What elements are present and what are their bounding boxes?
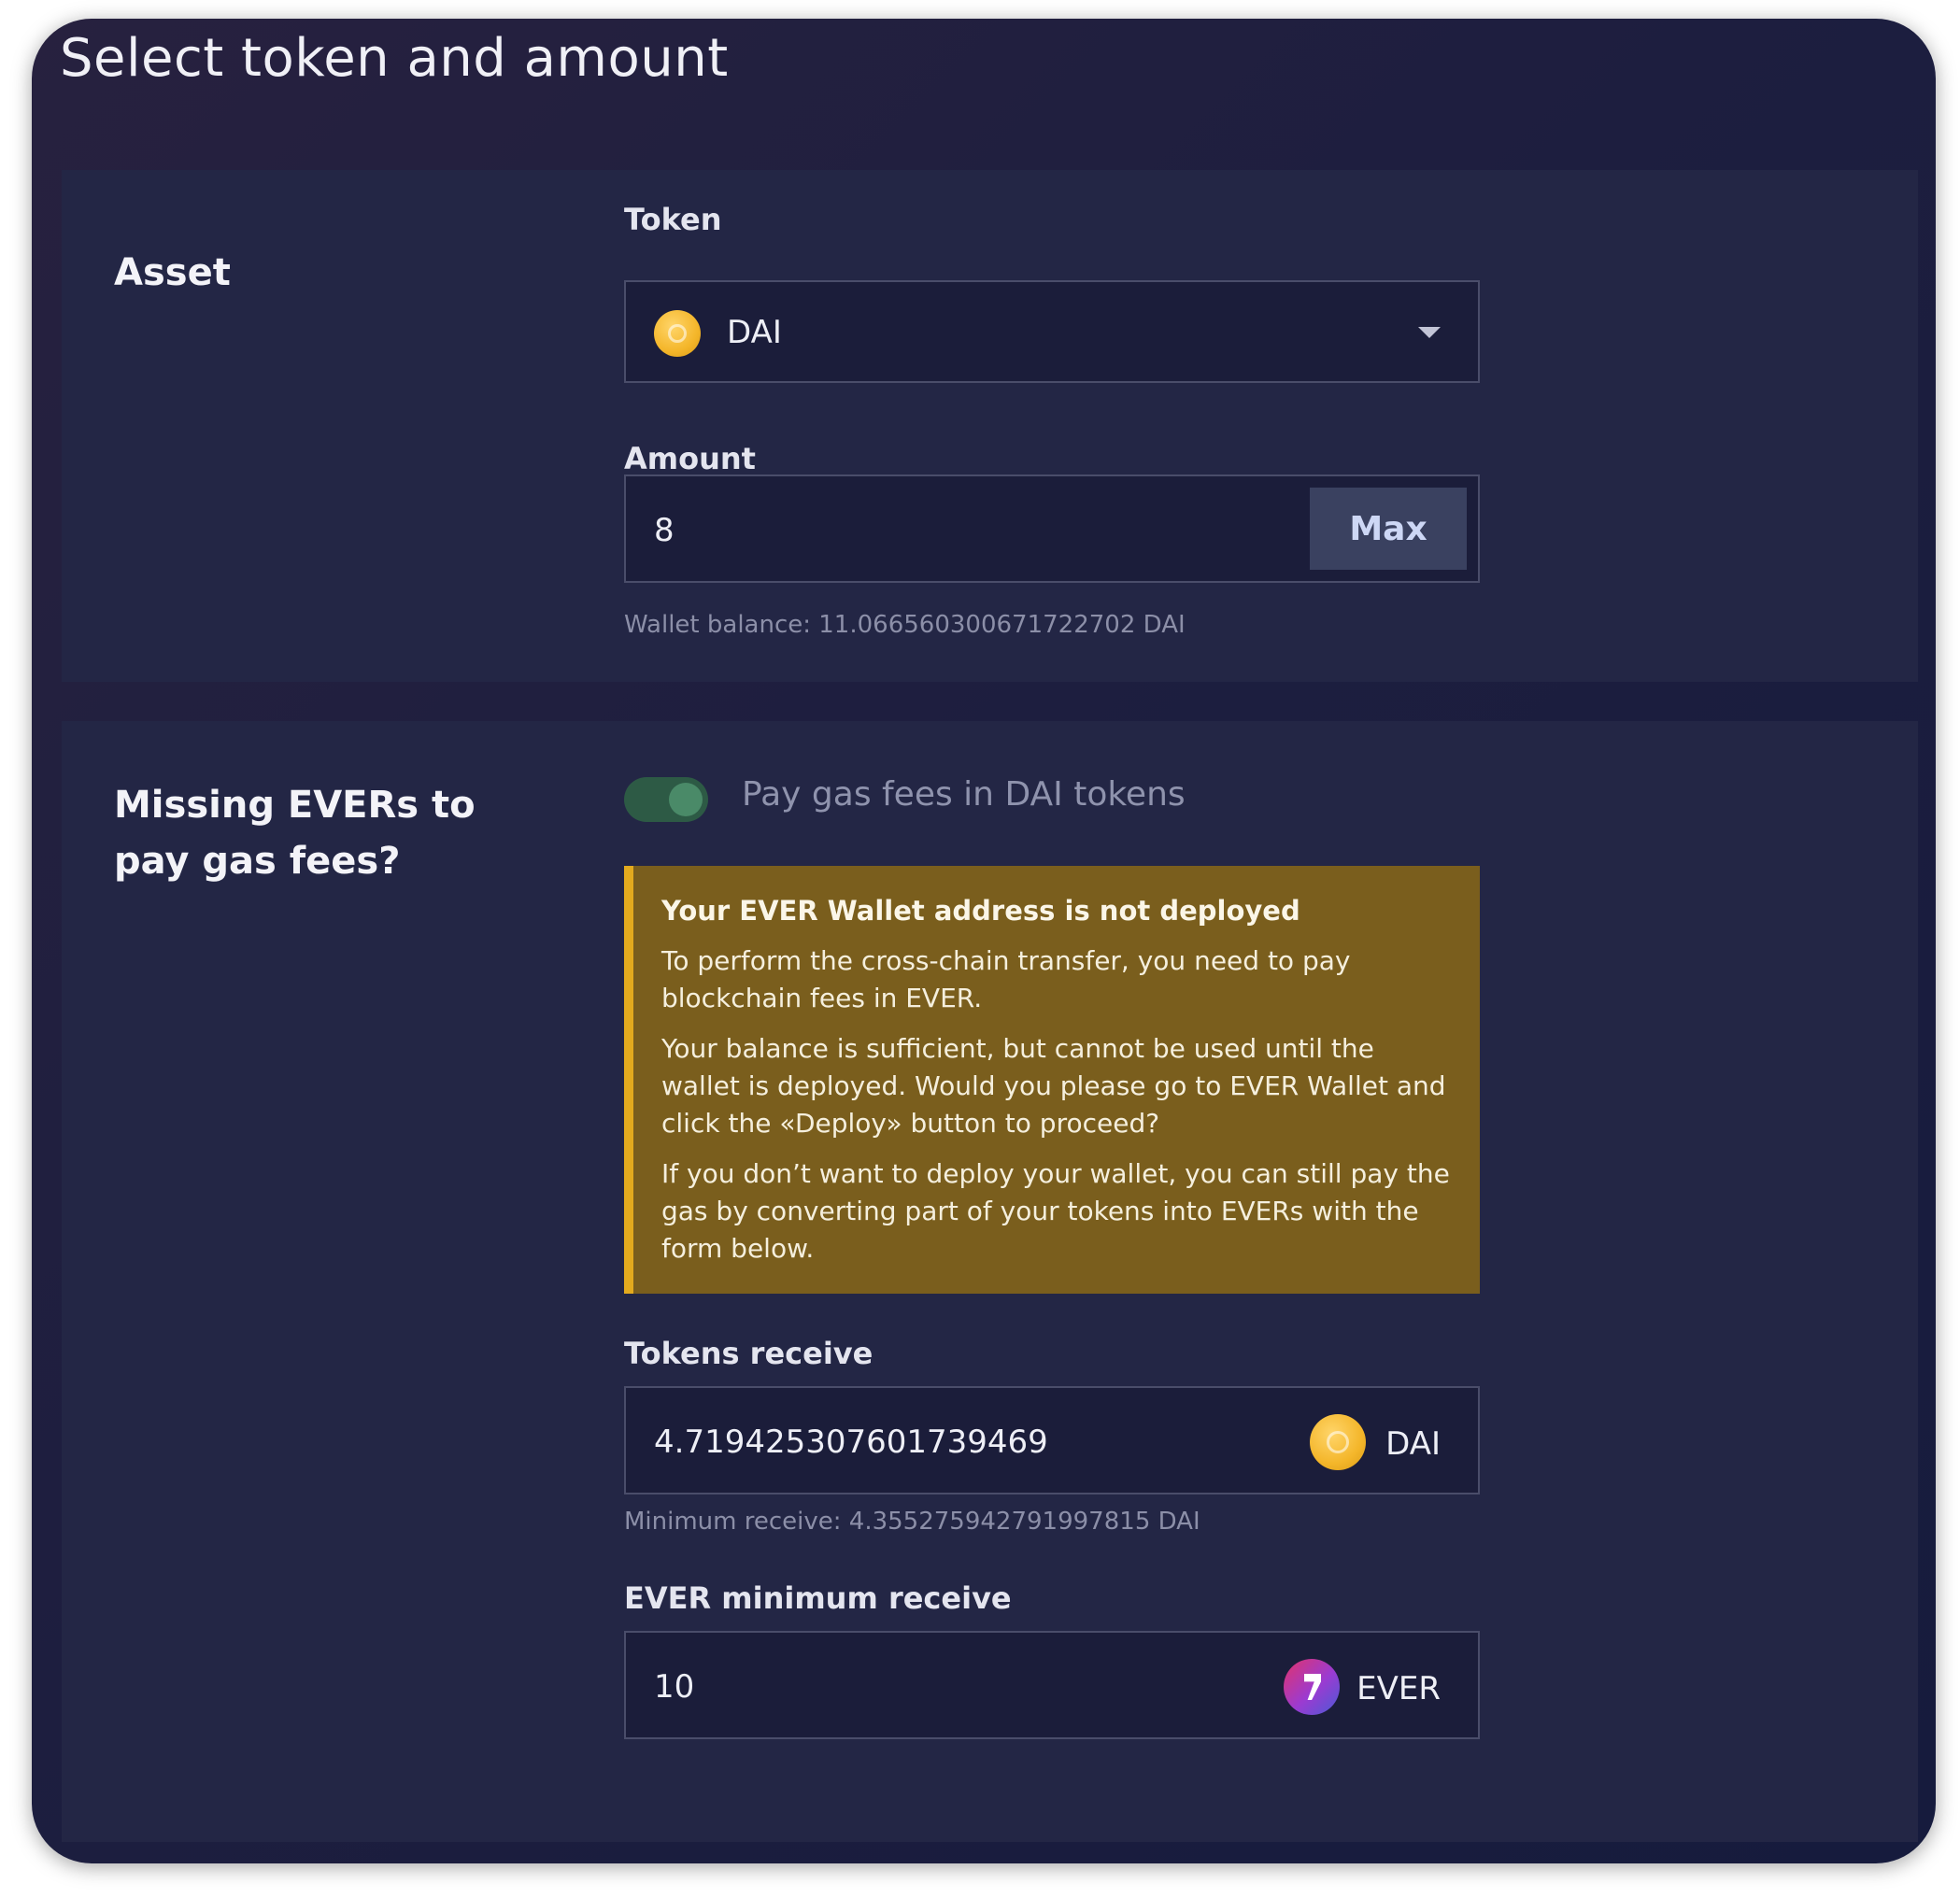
minimum-receive: Minimum receive: 4.355275942791997815 DA…	[624, 1508, 1200, 1536]
amount-input[interactable]: 8 Max	[624, 474, 1480, 583]
app-window: Select token and amount Asset Token DAI …	[32, 19, 1936, 1863]
token-select-value: DAI	[727, 314, 782, 351]
wallet-balance: Wallet balance: 11.066560300671722702 DA…	[624, 611, 1186, 639]
warning-paragraph-3: If you don’t want to deploy your wallet,…	[661, 1158, 1450, 1264]
asset-panel: Asset Token DAI Amount 8 Max Wallet bala…	[62, 170, 1918, 682]
token-select[interactable]: DAI	[624, 280, 1480, 383]
warning-paragraph-2: Your balance is sufficient, but cannot b…	[661, 1033, 1446, 1139]
tokens-receive-label: Tokens receive	[624, 1336, 873, 1371]
ever-minimum-receive-value[interactable]: 10	[654, 1668, 694, 1706]
warning-title: Your EVER Wallet address is not deployed	[661, 895, 1300, 927]
ever-symbol: EVER	[1356, 1670, 1441, 1707]
asset-section-label: Asset	[114, 251, 231, 294]
gas-fees-panel: Missing EVERs to pay gas fees? Pay gas f…	[62, 721, 1918, 1842]
amount-label: Amount	[624, 441, 756, 476]
token-label: Token	[624, 202, 722, 237]
ever-minimum-receive-label: EVER minimum receive	[624, 1580, 1012, 1616]
ever-logo-icon	[1284, 1659, 1340, 1715]
pay-gas-toggle[interactable]	[624, 777, 708, 822]
chevron-down-icon	[1418, 327, 1441, 338]
tokens-receive-value[interactable]: 4.719425307601739469	[654, 1424, 1048, 1461]
page-title: Select token and amount	[60, 28, 729, 89]
dai-coin-icon	[654, 310, 701, 357]
pay-gas-toggle-label[interactable]: Pay gas fees in DAI tokens	[742, 775, 1186, 814]
warning-paragraph-1: To perform the cross-chain transfer, you…	[661, 945, 1351, 1013]
max-button[interactable]: Max	[1310, 488, 1467, 570]
tokens-receive-symbol: DAI	[1385, 1425, 1441, 1463]
dai-coin-icon	[1310, 1414, 1366, 1470]
gas-section-label: Missing EVERs to pay gas fees?	[114, 784, 476, 883]
amount-input-value[interactable]: 8	[654, 512, 675, 549]
ever-minimum-receive-input[interactable]: 10 EVER	[624, 1631, 1480, 1739]
tokens-receive-input[interactable]: 4.719425307601739469 DAI	[624, 1386, 1480, 1494]
toggle-knob	[669, 783, 703, 816]
wallet-not-deployed-warning: Your EVER Wallet address is not deployed…	[624, 866, 1480, 1294]
